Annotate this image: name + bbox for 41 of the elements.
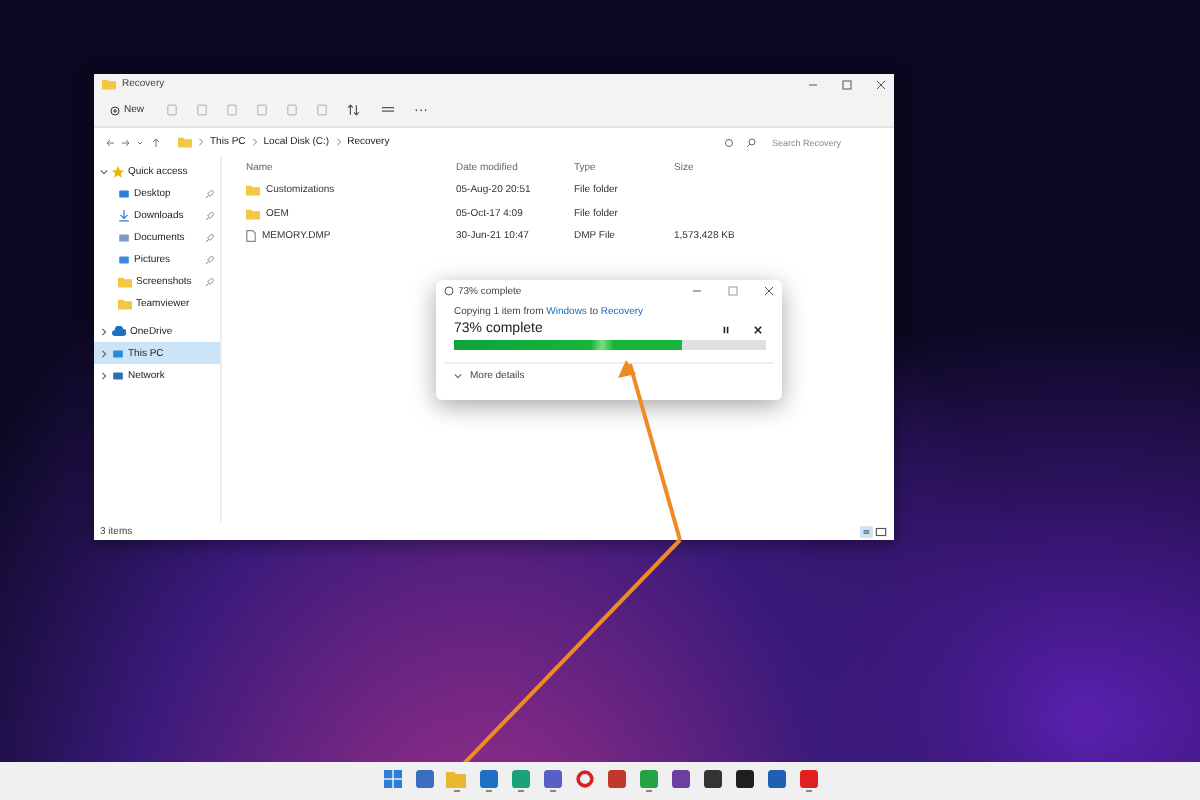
chevron-right-icon [251, 138, 258, 146]
chevron-icon[interactable] [100, 371, 108, 379]
windows-start-icon[interactable] [383, 770, 401, 788]
pin-icon [206, 255, 214, 263]
folder-icon [102, 78, 116, 90]
pin-icon [206, 211, 214, 219]
pin-icon [206, 233, 214, 241]
pin-icon [206, 277, 214, 285]
sort-icon[interactable] [346, 104, 363, 116]
view-icon[interactable] [380, 104, 397, 116]
plus-circle-icon [110, 105, 120, 115]
desktop-icon [118, 187, 130, 199]
chevron-right-icon [198, 138, 204, 146]
picture-icon [118, 253, 130, 265]
close-icon[interactable] [764, 286, 774, 296]
chevron-right-icon [335, 138, 342, 146]
app-icon[interactable] [735, 770, 753, 788]
download-icon [118, 209, 130, 221]
ring-icon[interactable] [575, 770, 593, 788]
chevron-icon[interactable] [100, 167, 108, 175]
maximize-icon[interactable] [842, 79, 852, 89]
star-icon [112, 165, 124, 177]
chevron-icon[interactable] [100, 349, 108, 357]
cloud-icon [112, 326, 126, 336]
search-icon [746, 137, 756, 147]
folder-icon [178, 136, 192, 148]
app-icon[interactable] [703, 770, 721, 788]
minimize-icon[interactable] [808, 79, 818, 89]
chevron-icon[interactable] [100, 327, 108, 335]
network-icon [112, 369, 124, 381]
close-icon[interactable] [876, 79, 886, 89]
pin-icon [206, 189, 214, 197]
chevron-icon[interactable] [454, 372, 462, 380]
close-icon[interactable] [754, 325, 762, 333]
view-toggle-icon[interactable] [860, 525, 888, 537]
pause-icon[interactable] [722, 325, 730, 333]
document-icon [118, 231, 130, 243]
file-icon [246, 230, 256, 243]
minimize-icon[interactable] [692, 286, 702, 296]
monitor-icon [112, 347, 124, 359]
app-icon[interactable] [671, 770, 689, 788]
